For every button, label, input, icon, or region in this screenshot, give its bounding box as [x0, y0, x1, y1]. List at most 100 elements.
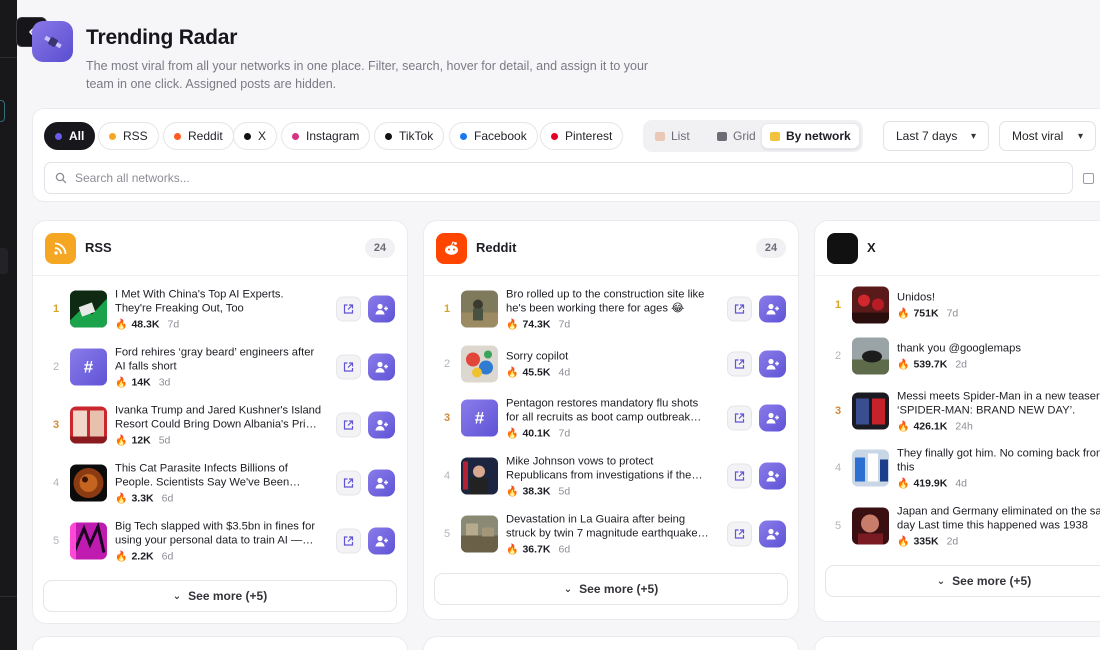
assign-user-button[interactable]	[759, 404, 786, 432]
filter-chip-all[interactable]: All	[44, 122, 96, 150]
assign-user-button[interactable]	[368, 411, 395, 439]
open-external-button[interactable]	[727, 351, 752, 377]
list-item[interactable]: 4 Mike Johnson vows to protect Republica…	[424, 449, 798, 503]
network-column-partial	[814, 636, 1100, 650]
see-more-button[interactable]: ⌄ See more (+5)	[43, 580, 397, 612]
list-item[interactable]: 2 thank you @googlemaps 🔥 539.7K 2d	[815, 329, 1100, 383]
post-title: Big Tech slapped with $3.5bn in fines fo…	[115, 520, 316, 547]
assign-user-button[interactable]	[368, 353, 395, 381]
see-more-button[interactable]: ⌄ See more (+5)	[825, 565, 1100, 597]
user-plus-icon	[766, 358, 779, 370]
view-grid-button[interactable]: Grid	[709, 123, 764, 149]
filter-chip-instagram[interactable]: Instagram	[281, 122, 371, 150]
open-external-button[interactable]	[336, 354, 361, 380]
list-item[interactable]: 1 Unidos! 🔥 751K 7d	[815, 278, 1100, 332]
open-external-button[interactable]	[336, 470, 361, 496]
x-icon	[827, 233, 858, 264]
search-icon	[55, 172, 67, 184]
external-link-icon	[343, 304, 354, 314]
post-age: 6d	[161, 550, 174, 563]
post-age: 7d	[558, 427, 571, 440]
hide-assigned-checkbox[interactable]	[1083, 173, 1094, 184]
sort-select[interactable]: Most viral ▾	[999, 121, 1096, 151]
filter-toolbar: All RSS Reddit X Instagram TikTok Facebo…	[32, 108, 1100, 202]
see-more-button[interactable]: ⌄ See more (+5)	[434, 573, 788, 605]
dot-icon	[385, 132, 392, 140]
flame-icon: 🔥	[897, 478, 910, 489]
open-external-button[interactable]	[727, 521, 752, 547]
open-external-button[interactable]	[727, 296, 752, 322]
filter-chip-reddit[interactable]: Reddit	[163, 122, 234, 150]
rss-icon	[45, 233, 76, 264]
network-column-partial	[32, 636, 408, 650]
open-external-button[interactable]	[336, 296, 361, 322]
list-item[interactable]: 5 Japan and Germany eliminated on the sa…	[815, 499, 1100, 553]
post-age: 6d	[161, 492, 174, 505]
list-item[interactable]: 2 Sorry copilot 🔥 45.5K 4d	[424, 337, 798, 391]
view-by-network-button[interactable]: By network	[761, 123, 860, 149]
post-age: 2d	[946, 535, 959, 548]
open-external-button[interactable]	[727, 463, 752, 489]
post-thumbnail	[70, 290, 107, 328]
network-column-reddit: Reddit 24 1 Bro rolled up to the constru…	[423, 220, 799, 620]
list-item[interactable]: 3 # Pentagon restores mandatory flu shot…	[424, 391, 798, 445]
assign-user-button[interactable]	[368, 295, 395, 323]
flame-icon: 🔥	[115, 551, 128, 562]
external-link-icon	[343, 478, 354, 488]
list-item[interactable]: 3 Ivanka Trump and Jared Kushner's Islan…	[33, 398, 407, 452]
filter-chip-pinterest[interactable]: Pinterest	[540, 122, 624, 150]
post-thumbnail	[852, 449, 889, 487]
user-plus-icon	[375, 419, 388, 431]
list-item[interactable]: 4 They finally got him. No coming back f…	[815, 441, 1100, 495]
filter-chip-rss[interactable]: RSS	[98, 122, 159, 150]
assign-user-button[interactable]	[759, 520, 786, 548]
assign-user-button[interactable]	[368, 527, 395, 555]
assign-user-button[interactable]	[759, 462, 786, 490]
search-input[interactable]: Search all networks...	[75, 171, 190, 185]
list-item[interactable]: 4 This Cat Parasite Infects Billions of …	[33, 456, 407, 510]
assign-user-button[interactable]	[368, 469, 395, 497]
dot-icon	[55, 132, 62, 140]
dot-icon	[244, 132, 251, 140]
list-item[interactable]: 1 I Met With China's Top AI Experts. The…	[33, 282, 407, 336]
flame-icon: 🔥	[897, 308, 910, 319]
list-item[interactable]: 2 # Ford rehires ‘gray beard’ engineers …	[33, 340, 407, 394]
list-item[interactable]: 3 Messi meets Spider-Man in a new teaser…	[815, 384, 1100, 438]
external-link-icon	[734, 471, 745, 481]
post-thumbnail	[852, 392, 889, 430]
assign-user-button[interactable]	[759, 350, 786, 378]
post-thumbnail	[461, 345, 498, 383]
rank-number: 1	[52, 303, 60, 315]
period-select[interactable]: Last 7 days ▾	[883, 121, 989, 151]
flame-icon: 🔥	[115, 319, 128, 330]
view-switcher: List Grid By network	[643, 120, 863, 152]
rank-number: 2	[443, 358, 451, 370]
view-count: 14K	[131, 376, 151, 389]
list-item[interactable]: 5 Devastation in La Guaira after being s…	[424, 507, 798, 561]
post-title: Mike Johnson vows to protect Republicans…	[506, 455, 692, 482]
external-link-icon	[734, 359, 745, 369]
folder-icon	[770, 131, 780, 141]
view-count: 12K	[131, 434, 151, 447]
column-count-badge: 24	[365, 238, 395, 258]
open-external-button[interactable]	[336, 412, 361, 438]
view-count: 426.1K	[913, 420, 948, 433]
search-bar[interactable]: Search all networks...	[44, 162, 1073, 194]
list-item[interactable]: 5 Big Tech slapped with $3.5bn in fines …	[33, 514, 407, 568]
rail-item[interactable]	[0, 248, 8, 274]
open-external-button[interactable]	[727, 405, 752, 431]
list-icon	[655, 131, 665, 141]
filter-chip-x[interactable]: X	[233, 122, 278, 150]
rank-number: 5	[834, 520, 842, 532]
list-item[interactable]: 1 Bro rolled up to the construction site…	[424, 282, 798, 336]
filter-chip-facebook[interactable]: Facebook	[449, 122, 538, 150]
view-list-button[interactable]: List	[647, 123, 698, 149]
network-column-rss: RSS 24 1 I Met With China's Top AI Exper…	[32, 220, 408, 624]
open-external-button[interactable]	[336, 528, 361, 554]
assign-user-button[interactable]	[759, 295, 786, 323]
post-thumbnail	[70, 522, 107, 560]
filter-chip-tiktok[interactable]: TikTok	[374, 122, 445, 150]
page-title: Trending Radar	[86, 26, 238, 49]
column-header: RSS 24	[33, 221, 407, 276]
flame-icon: 🔥	[115, 377, 128, 388]
